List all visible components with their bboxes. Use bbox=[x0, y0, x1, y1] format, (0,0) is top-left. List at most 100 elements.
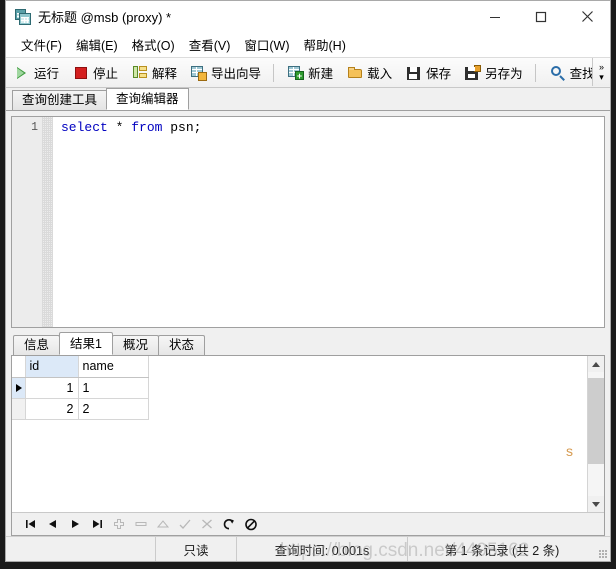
refresh-button[interactable] bbox=[218, 514, 240, 534]
apply-change-button[interactable] bbox=[174, 514, 196, 534]
navicat-query-window: 无标题 @msb (proxy) * 文件(F) 编辑(E) 格式(O) 查看(… bbox=[5, 0, 611, 562]
sql-token-keyword-select: select bbox=[61, 120, 108, 135]
vertical-scrollbar[interactable] bbox=[587, 356, 604, 512]
status-readonly: 只读 bbox=[155, 537, 236, 561]
explain-button[interactable]: 解释 bbox=[126, 61, 183, 84]
current-row-indicator[interactable] bbox=[12, 377, 26, 399]
status-query-time: 查询时间: 0.001s bbox=[236, 537, 407, 561]
save-button[interactable]: 保存 bbox=[400, 61, 457, 84]
result-grid-scroll-area[interactable]: id name 1 1 2 2 bbox=[12, 356, 587, 512]
column-header-id[interactable]: id bbox=[25, 356, 79, 378]
result-grid[interactable]: id name 1 1 2 2 bbox=[12, 356, 149, 420]
stop-button[interactable]: 停止 bbox=[67, 61, 124, 84]
first-icon bbox=[26, 520, 35, 528]
cell-name[interactable]: 2 bbox=[78, 398, 149, 420]
window-title: 无标题 @msb (proxy) * bbox=[38, 10, 172, 25]
cell-id[interactable]: 1 bbox=[25, 377, 79, 399]
menu-help[interactable]: 帮助(H) bbox=[297, 32, 353, 57]
cell-id[interactable]: 2 bbox=[25, 398, 79, 420]
new-query-button[interactable]: 新建 bbox=[282, 61, 339, 84]
status-record-info: 第 1 条记录 (共 2 条) bbox=[407, 537, 596, 561]
search-icon bbox=[550, 65, 566, 81]
load-button[interactable]: 载入 bbox=[341, 61, 398, 84]
next-icon bbox=[72, 520, 79, 528]
record-navigation-bar bbox=[12, 512, 604, 535]
stop-square-icon bbox=[73, 65, 89, 81]
explain-label: 解释 bbox=[152, 67, 178, 81]
sql-token-keyword-from: from bbox=[131, 120, 163, 135]
minus-icon bbox=[135, 522, 147, 526]
scroll-up-icon bbox=[592, 361, 600, 367]
sql-token-table: psn; bbox=[162, 120, 202, 135]
result-tab-strip: 信息 结果1 概况 状态 bbox=[11, 332, 605, 356]
menu-format[interactable]: 格式(O) bbox=[125, 32, 182, 57]
table-row[interactable]: 2 2 bbox=[12, 398, 149, 420]
floppy-disk-icon bbox=[406, 65, 422, 81]
next-record-button[interactable] bbox=[64, 514, 86, 534]
run-label: 运行 bbox=[34, 67, 60, 81]
last-icon bbox=[93, 520, 102, 528]
editor-tab-strip: 查询创建工具 查询编辑器 bbox=[6, 88, 610, 111]
load-label: 载入 bbox=[367, 67, 393, 81]
toolbar-overflow-button[interactable]: » ▾ bbox=[592, 58, 610, 86]
table-row[interactable]: 1 1 bbox=[12, 377, 149, 399]
cell-name[interactable]: 1 bbox=[78, 377, 149, 399]
last-record-button[interactable] bbox=[86, 514, 108, 534]
sql-editor[interactable]: 1 select * from psn; bbox=[11, 116, 605, 328]
scroll-up-button[interactable] bbox=[588, 356, 604, 372]
new-table-icon bbox=[288, 65, 305, 81]
edit-record-button[interactable] bbox=[152, 514, 174, 534]
tab-profile[interactable]: 概况 bbox=[111, 335, 159, 355]
scrollbar-track[interactable] bbox=[588, 372, 604, 496]
tab-result1[interactable]: 结果1 bbox=[59, 332, 113, 355]
new-label: 新建 bbox=[308, 67, 334, 81]
column-header-name[interactable]: name bbox=[78, 356, 149, 378]
save-as-label: 另存为 bbox=[485, 67, 523, 81]
run-button[interactable]: 运行 bbox=[8, 61, 65, 84]
double-chevron-right-icon: » bbox=[598, 62, 604, 72]
menu-edit[interactable]: 编辑(E) bbox=[69, 32, 125, 57]
tab-status[interactable]: 状态 bbox=[157, 335, 205, 355]
table-window-icon bbox=[15, 8, 31, 25]
stop-loading-button[interactable] bbox=[240, 514, 262, 534]
export-wizard-button[interactable]: 导出向导 bbox=[185, 61, 267, 84]
row-header-corner[interactable] bbox=[12, 356, 26, 378]
status-bar: 只读 查询时间: 0.001s 第 1 条记录 (共 2 条) bbox=[6, 536, 610, 561]
resize-grip[interactable] bbox=[596, 537, 610, 561]
menu-view[interactable]: 查看(V) bbox=[182, 32, 238, 57]
scrollbar-thumb[interactable] bbox=[588, 378, 604, 464]
sql-code-area[interactable]: select * from psn; bbox=[53, 117, 604, 327]
sql-token-star: * bbox=[107, 120, 132, 135]
previous-icon bbox=[49, 520, 56, 528]
maximize-icon bbox=[535, 11, 547, 22]
find-label: 查找 bbox=[569, 67, 595, 81]
table-header-row: id name bbox=[12, 356, 149, 378]
tab-query-editor[interactable]: 查询编辑器 bbox=[106, 88, 189, 110]
toolbar-separator-1 bbox=[273, 63, 275, 82]
caret-up-icon bbox=[156, 520, 170, 528]
scroll-down-button[interactable] bbox=[588, 496, 604, 512]
toolbar-separator-2 bbox=[534, 63, 536, 82]
minimize-button[interactable] bbox=[472, 1, 518, 32]
add-record-button[interactable] bbox=[108, 514, 130, 534]
result-grid-container: id name 1 1 2 2 bbox=[11, 356, 605, 536]
no-entry-icon bbox=[245, 518, 257, 530]
tab-info[interactable]: 信息 bbox=[13, 335, 61, 355]
previous-record-button[interactable] bbox=[42, 514, 64, 534]
line-number: 1 bbox=[31, 121, 38, 134]
cancel-change-button[interactable] bbox=[196, 514, 218, 534]
menu-window[interactable]: 窗口(W) bbox=[237, 32, 296, 57]
minimize-icon bbox=[490, 16, 500, 18]
first-record-button[interactable] bbox=[20, 514, 42, 534]
save-as-button[interactable]: 另存为 bbox=[459, 61, 529, 84]
window-controls bbox=[472, 1, 610, 32]
refresh-icon bbox=[223, 518, 234, 529]
menu-file[interactable]: 文件(F) bbox=[14, 32, 69, 57]
export-wizard-icon bbox=[191, 65, 208, 81]
delete-record-button[interactable] bbox=[130, 514, 152, 534]
close-button[interactable] bbox=[564, 1, 610, 32]
tab-query-builder[interactable]: 查询创建工具 bbox=[12, 90, 108, 110]
save-label: 保存 bbox=[426, 67, 452, 81]
maximize-button[interactable] bbox=[518, 1, 564, 32]
row-indicator[interactable] bbox=[12, 398, 26, 420]
